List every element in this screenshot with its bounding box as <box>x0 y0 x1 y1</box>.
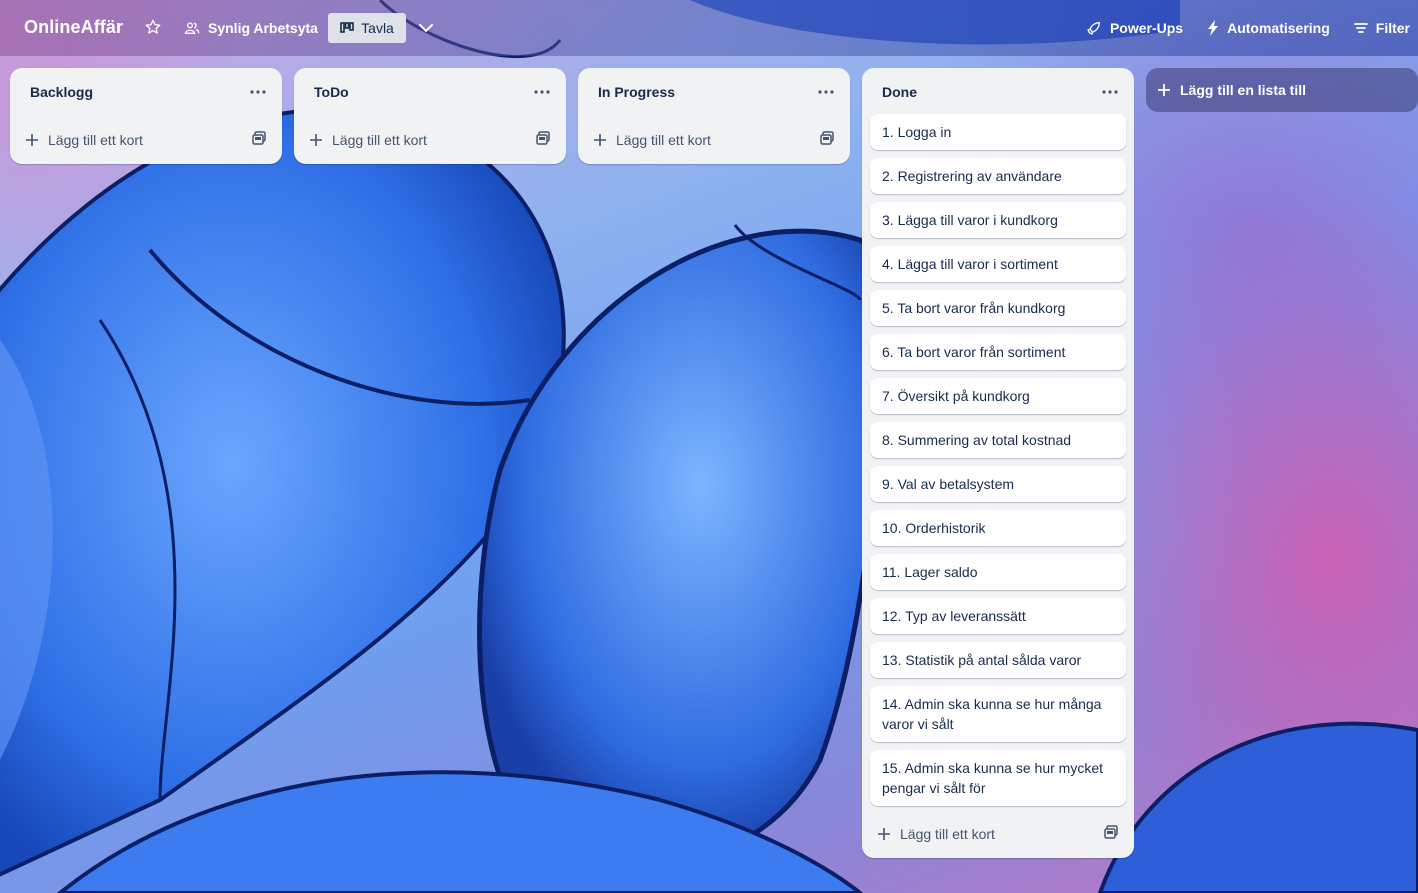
automation-label: Automatisering <box>1227 20 1330 36</box>
add-list-label: Lägg till en lista till <box>1180 82 1307 98</box>
chevron-down-icon[interactable] <box>416 18 436 38</box>
board-title[interactable]: OnlineAffär <box>24 17 123 38</box>
list-header: Done <box>862 68 1134 114</box>
list-header: In Progress <box>578 68 850 114</box>
card[interactable]: 2. Registrering av användare <box>870 158 1126 194</box>
card[interactable]: 7. Översikt på kundkorg <box>870 378 1126 414</box>
add-card-button[interactable]: Lägg till ett kort <box>594 126 711 154</box>
filter-label: Filter <box>1375 20 1410 36</box>
list-title[interactable]: In Progress <box>598 84 675 100</box>
list-footer: Lägg till ett kort <box>294 114 566 164</box>
plus-icon <box>594 134 606 146</box>
plus-icon <box>878 828 890 840</box>
card[interactable]: 4. Lägga till varor i sortiment <box>870 246 1126 282</box>
list-menu-button[interactable] <box>246 80 270 104</box>
star-icon[interactable] <box>144 18 162 36</box>
board-view-icon <box>340 22 354 33</box>
board-header: OnlineAffär Synlig Arbetsyta Tavla Power… <box>0 0 1418 56</box>
list-in-progress: In Progress Lägg till ett kort <box>578 68 850 164</box>
list-title[interactable]: Backlogg <box>30 84 93 100</box>
add-card-button[interactable]: Lägg till ett kort <box>310 126 427 154</box>
card-template-icon[interactable] <box>820 131 834 145</box>
card-list: 1. Logga in 2. Registrering av användare… <box>862 114 1134 806</box>
list-done: Done 1. Logga in 2. Registrering av anvä… <box>862 68 1134 858</box>
card[interactable]: 14. Admin ska kunna se hur många varor v… <box>870 686 1126 742</box>
list-footer: Lägg till ett kort <box>10 114 282 164</box>
more-icon <box>818 90 834 94</box>
list-menu-button[interactable] <box>814 80 838 104</box>
list-header: Backlogg <box>10 68 282 114</box>
card[interactable]: 1. Logga in <box>870 114 1126 150</box>
board-view-label: Tavla <box>361 20 394 36</box>
card[interactable]: 12. Typ av leveranssätt <box>870 598 1126 634</box>
plus-icon <box>26 134 38 146</box>
card[interactable]: 8. Summering av total kostnad <box>870 422 1126 458</box>
powerups-button[interactable]: Power-Ups <box>1086 20 1183 36</box>
card-template-icon[interactable] <box>252 131 266 145</box>
more-icon <box>534 90 550 94</box>
header-actions: Power-Ups Automatisering Filter <box>1086 14 1410 42</box>
list-footer: Lägg till ett kort <box>862 814 1134 858</box>
list-title[interactable]: ToDo <box>314 84 349 100</box>
list-title[interactable]: Done <box>882 84 917 100</box>
list-menu-button[interactable] <box>1098 80 1122 104</box>
card[interactable]: 6. Ta bort varor från sortiment <box>870 334 1126 370</box>
more-icon <box>250 90 266 94</box>
card[interactable]: 10. Orderhistorik <box>870 510 1126 546</box>
filter-icon <box>1353 23 1368 33</box>
rocket-icon <box>1087 22 1100 35</box>
card[interactable]: 15. Admin ska kunna se hur mycket pengar… <box>870 750 1126 806</box>
card[interactable]: 9. Val av betalsystem <box>870 466 1126 502</box>
lightning-icon <box>1208 20 1219 36</box>
card[interactable]: 5. Ta bort varor från kundkorg <box>870 290 1126 326</box>
visibility-button[interactable]: Synlig Arbetsyta <box>184 14 318 42</box>
add-card-button[interactable]: Lägg till ett kort <box>878 820 995 848</box>
add-card-label: Lägg till ett kort <box>48 132 143 148</box>
board-view-button[interactable]: Tavla <box>328 13 406 43</box>
add-card-label: Lägg till ett kort <box>900 826 995 842</box>
card[interactable]: 3. Lägga till varor i kundkorg <box>870 202 1126 238</box>
list-header: ToDo <box>294 68 566 114</box>
add-list-button[interactable]: Lägg till en lista till <box>1146 68 1418 112</box>
plus-icon <box>310 134 322 146</box>
add-card-label: Lägg till ett kort <box>616 132 711 148</box>
powerups-label: Power-Ups <box>1109 20 1184 36</box>
more-icon <box>1102 90 1118 94</box>
list-footer: Lägg till ett kort <box>578 114 850 164</box>
filter-button[interactable]: Filter <box>1353 20 1410 36</box>
card-template-icon[interactable] <box>536 131 550 145</box>
list-backlogg: Backlogg Lägg till ett kort <box>10 68 282 164</box>
list-todo: ToDo Lägg till ett kort <box>294 68 566 164</box>
add-card-button[interactable]: Lägg till ett kort <box>26 126 143 154</box>
add-card-label: Lägg till ett kort <box>332 132 427 148</box>
card[interactable]: 13. Statistik på antal sålda varor <box>870 642 1126 678</box>
visibility-label: Synlig Arbetsyta <box>208 20 318 36</box>
plus-icon <box>1158 84 1170 96</box>
list-menu-button[interactable] <box>530 80 554 104</box>
workspace-visibility-icon <box>184 22 200 34</box>
automation-button[interactable]: Automatisering <box>1207 20 1330 36</box>
card-template-icon[interactable] <box>1104 825 1118 839</box>
card[interactable]: 11. Lager saldo <box>870 554 1126 590</box>
